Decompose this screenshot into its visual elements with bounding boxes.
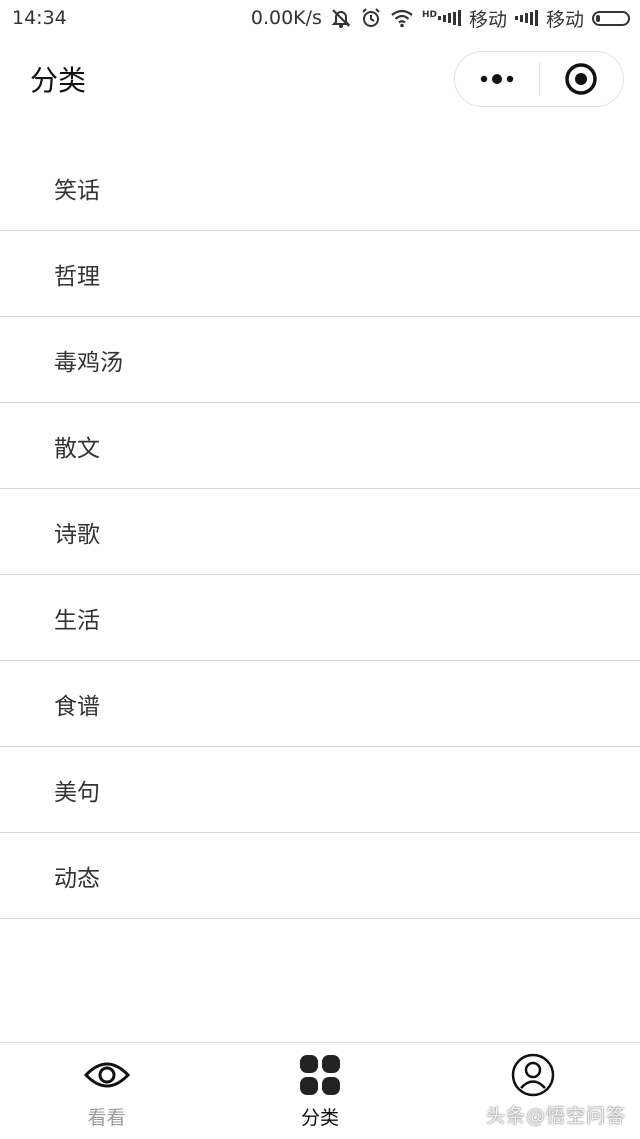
status-time: 14:34 bbox=[12, 7, 67, 29]
close-button[interactable] bbox=[540, 52, 624, 106]
category-item[interactable]: 动态 bbox=[0, 833, 640, 919]
category-label: 散文 bbox=[54, 435, 100, 462]
page-title: 分类 bbox=[30, 64, 87, 97]
network-speed: 0.00K/s bbox=[250, 7, 322, 29]
category-label: 哲理 bbox=[54, 263, 100, 290]
category-label: 美句 bbox=[54, 779, 100, 806]
status-bar: 14:34 0.00K/s HD 移动 移动 bbox=[0, 0, 640, 36]
more-button[interactable] bbox=[455, 52, 539, 106]
category-label: 生活 bbox=[54, 607, 100, 634]
tab-category[interactable]: 分类 bbox=[213, 1043, 426, 1139]
carrier-1: 移动 bbox=[468, 8, 507, 31]
target-close-icon bbox=[565, 63, 597, 95]
alarm-icon bbox=[360, 7, 382, 29]
navigation-bar: 分类 bbox=[0, 36, 640, 122]
wifi-icon bbox=[390, 8, 414, 28]
more-dots-icon bbox=[480, 74, 513, 84]
category-label: 诗歌 bbox=[54, 521, 100, 548]
category-label: 食谱 bbox=[54, 693, 100, 720]
category-item[interactable]: 诗歌 bbox=[0, 489, 640, 575]
category-label: 毒鸡汤 bbox=[54, 349, 123, 376]
tab-kankan[interactable]: 看看 bbox=[0, 1043, 213, 1139]
signal-icon-1: HD bbox=[422, 10, 461, 26]
category-item[interactable]: 散文 bbox=[0, 403, 640, 489]
category-item[interactable]: 美句 bbox=[0, 747, 640, 833]
tab-label: 看看 bbox=[87, 1107, 126, 1129]
user-icon bbox=[511, 1053, 555, 1097]
category-label: 动态 bbox=[54, 865, 100, 892]
battery-icon bbox=[592, 10, 630, 26]
grid-icon bbox=[299, 1053, 341, 1097]
hd-badge: HD bbox=[421, 10, 437, 20]
eye-icon bbox=[83, 1053, 130, 1097]
signal-icon-2 bbox=[514, 10, 538, 26]
status-icons: 0.00K/s HD 移动 移动 bbox=[251, 5, 630, 32]
category-item[interactable]: 生活 bbox=[0, 575, 640, 661]
category-item[interactable]: 笑话 bbox=[0, 145, 640, 231]
category-item[interactable]: 哲理 bbox=[0, 231, 640, 317]
watermark: 头条@悟空问答 bbox=[485, 1105, 626, 1127]
carrier-2: 移动 bbox=[545, 8, 584, 31]
mini-program-capsule bbox=[454, 51, 624, 107]
category-label: 笑话 bbox=[54, 177, 100, 204]
tab-label: 分类 bbox=[300, 1107, 339, 1129]
category-list: 笑话 哲理 毒鸡汤 散文 诗歌 生活 食谱 美句 动态 bbox=[0, 145, 640, 919]
category-item[interactable]: 毒鸡汤 bbox=[0, 317, 640, 403]
category-item[interactable]: 食谱 bbox=[0, 661, 640, 747]
mute-bell-icon bbox=[330, 7, 352, 29]
